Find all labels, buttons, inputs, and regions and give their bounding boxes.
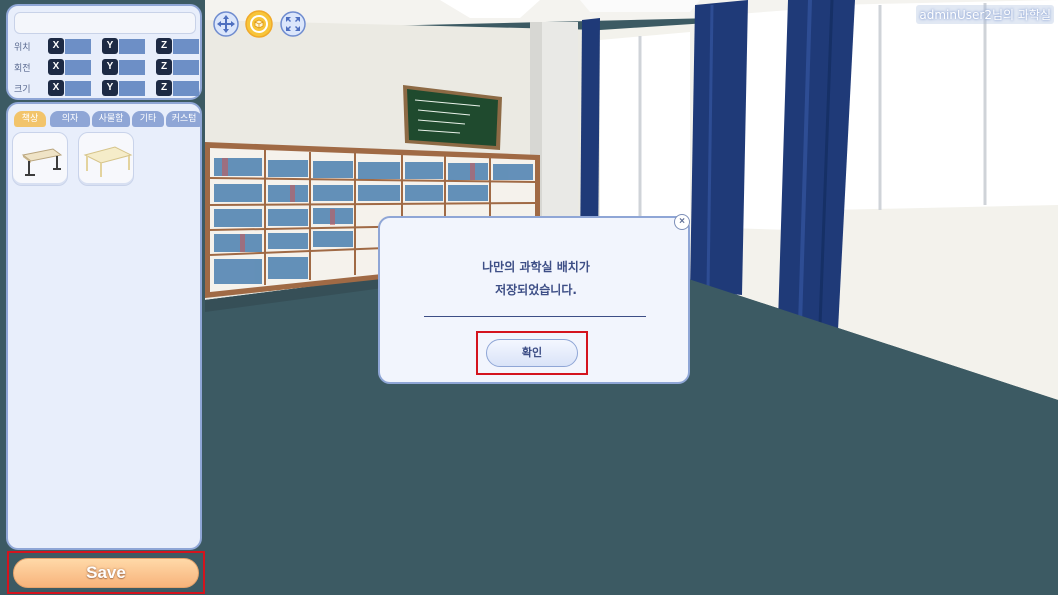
confirm-button[interactable]: 확인 xyxy=(486,339,578,367)
move-icon xyxy=(213,11,239,37)
scale-z-field[interactable]: Z xyxy=(156,80,202,98)
position-z-field[interactable]: Z xyxy=(156,38,202,56)
save-button[interactable]: Save xyxy=(13,558,199,588)
catalog-item-desk-2[interactable] xyxy=(78,132,134,186)
rotation-label: 회전 xyxy=(14,64,31,74)
tab-desk[interactable]: 책상 xyxy=(14,111,46,127)
tab-etc[interactable]: 기타 xyxy=(132,111,164,127)
position-label: 위치 xyxy=(14,43,31,53)
scale-label: 크기 xyxy=(14,85,31,95)
room-title: adminUser2님의 과학실 xyxy=(916,5,1054,24)
table-thumbnail-icon xyxy=(83,146,133,177)
save-button-highlight: Save xyxy=(7,551,205,594)
scale-row: 크기 X Y Z xyxy=(14,80,200,98)
dialog-message-line2: 저장되었습니다. xyxy=(495,283,577,297)
confirm-button-highlight: 확인 xyxy=(476,331,588,375)
position-y-field[interactable]: Y xyxy=(102,38,148,56)
catalog-tabs: 책상 의자 사물함 기타 커스텀 xyxy=(12,108,202,128)
rotation-y-field[interactable]: Y xyxy=(102,59,148,77)
scale-icon xyxy=(280,11,306,37)
rotation-z-field[interactable]: Z xyxy=(156,59,202,77)
tab-custom[interactable]: 커스텀 xyxy=(166,111,202,127)
position-row: 위치 X Y Z xyxy=(14,38,200,56)
position-x-field[interactable]: X xyxy=(48,38,94,56)
catalog-item-desk-1[interactable] xyxy=(12,132,68,186)
rotate-tool-button[interactable] xyxy=(245,10,273,38)
desk-thumbnail-icon xyxy=(21,148,63,176)
rotate-icon xyxy=(245,10,273,38)
scale-x-field[interactable]: X xyxy=(48,80,94,98)
tab-chair[interactable]: 의자 xyxy=(50,111,90,127)
transform-panel: 위치 X Y Z 회전 X Y Z 크기 X Y Z xyxy=(6,4,202,100)
furniture-catalog-panel: 책상 의자 사물함 기타 커스텀 xyxy=(6,102,202,550)
rotation-x-field[interactable]: X xyxy=(48,59,94,77)
rotation-row: 회전 X Y Z xyxy=(14,59,200,77)
dialog-message-line1: 나만의 과학실 배치가 xyxy=(482,260,590,274)
save-confirmation-dialog: × 나만의 과학실 배치가 저장되었습니다. 확인 xyxy=(378,214,690,384)
move-tool-button[interactable] xyxy=(212,10,240,38)
scale-y-field[interactable]: Y xyxy=(102,80,148,98)
dialog-close-button[interactable]: × xyxy=(674,214,690,230)
object-name-field[interactable] xyxy=(14,12,196,34)
scale-tool-button[interactable] xyxy=(279,10,307,38)
tab-locker[interactable]: 사물함 xyxy=(92,111,130,127)
dialog-divider xyxy=(424,316,646,317)
